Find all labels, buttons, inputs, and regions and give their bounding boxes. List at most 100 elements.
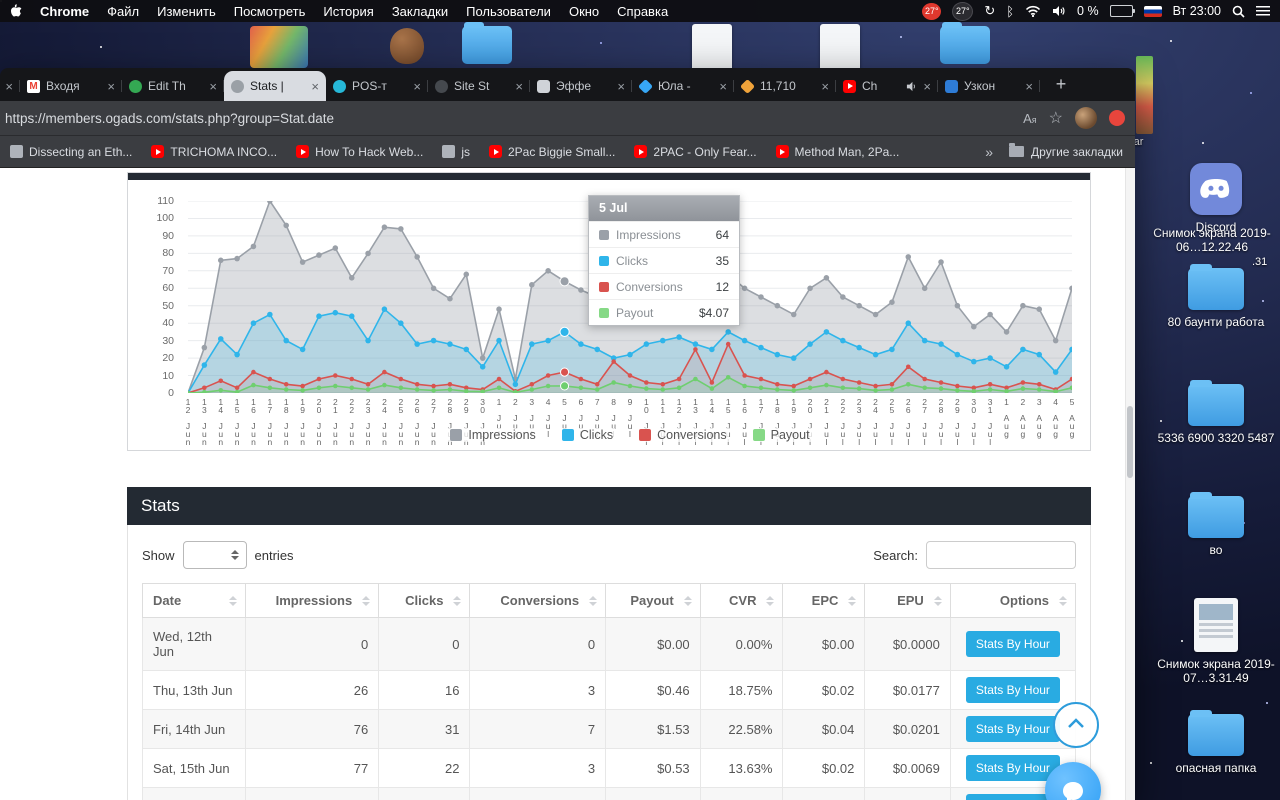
desktop-icon-partial-doc[interactable]	[692, 24, 732, 72]
desktop-icon-folder[interactable]: во	[1154, 496, 1278, 557]
bookmark-item[interactable]: 2Pac Biggie Small...	[489, 145, 615, 159]
browser-tab[interactable]: Юла -×	[632, 71, 734, 101]
menu-item-0[interactable]: Chrome	[40, 4, 89, 19]
desktop-icon-discord[interactable]: Discord	[1154, 163, 1278, 234]
browser-tab[interactable]: POS-т×	[326, 71, 428, 101]
sort-icon[interactable]	[934, 596, 942, 606]
browser-tab[interactable]: Stats |×	[224, 71, 326, 101]
browser-tab[interactable]: MВходя×	[20, 71, 122, 101]
tab-close-icon[interactable]: ×	[923, 79, 931, 94]
legend-item[interactable]: Impressions	[448, 428, 537, 442]
bookmark-item[interactable]: How To Hack Web...	[296, 145, 423, 159]
column-header-epc[interactable]: EPC	[783, 584, 865, 618]
tab-close-icon[interactable]: ×	[5, 79, 13, 94]
desktop-icon-partial-folder[interactable]	[462, 26, 512, 64]
browser-update-badge-icon[interactable]	[1109, 110, 1125, 126]
menu-item-1[interactable]: Файл	[107, 4, 139, 19]
bookmark-item[interactable]: Dissecting an Eth...	[10, 145, 132, 159]
menu-item-8[interactable]: Справка	[617, 4, 668, 19]
other-bookmarks-folder[interactable]: Другие закладки	[1009, 145, 1123, 159]
column-header-date[interactable]: Date	[143, 584, 246, 618]
browser-tab[interactable]: Edit Th×	[122, 71, 224, 101]
column-header-impressions[interactable]: Impressions	[245, 584, 379, 618]
notification-center-icon[interactable]	[1256, 6, 1270, 16]
tab-close-icon[interactable]: ×	[617, 79, 625, 94]
tab-close-icon[interactable]: ×	[719, 79, 727, 94]
browser-tab[interactable]: 11,710×	[734, 71, 836, 101]
bookmark-item[interactable]: Method Man, 2Pa...	[776, 145, 900, 159]
bookmarks-overflow-chevron[interactable]: »	[985, 144, 993, 160]
legend-item[interactable]: Conversions	[637, 428, 728, 442]
scroll-to-top-button[interactable]	[1053, 702, 1099, 748]
menu-item-4[interactable]: История	[323, 4, 373, 19]
stats-by-hour-button[interactable]: Stats By Hour	[966, 677, 1060, 703]
new-tab-button[interactable]: +	[1048, 72, 1074, 98]
sort-icon[interactable]	[1059, 596, 1067, 606]
profile-avatar[interactable]	[1075, 107, 1097, 129]
address-bar[interactable]: https://members.ogads.com/stats.php?grou…	[5, 111, 1023, 126]
temp-badge[interactable]: 27°	[952, 2, 973, 21]
tab-close-icon[interactable]: ×	[413, 79, 421, 94]
tab-close-icon[interactable]: ×	[107, 79, 115, 94]
desktop-icon-hidden[interactable]: Снимок экрана 2019-06…12.22.46	[1150, 226, 1274, 254]
time-machine-icon[interactable]: ↻	[984, 3, 995, 19]
wifi-icon[interactable]	[1025, 5, 1041, 17]
bluetooth-icon[interactable]: ᛒ	[1006, 4, 1014, 19]
scrollbar-thumb[interactable]	[1127, 406, 1133, 478]
apple-menu-icon[interactable]	[10, 4, 22, 18]
column-header-options[interactable]: Options	[950, 584, 1075, 618]
search-input[interactable]	[926, 541, 1076, 569]
stats-by-hour-button[interactable]: Stats By Hour	[966, 755, 1060, 781]
menu-item-2[interactable]: Изменить	[157, 4, 216, 19]
sort-icon[interactable]	[229, 596, 237, 606]
desktop-icon-partial-strip[interactable]	[1136, 56, 1153, 134]
weather-temp-badge[interactable]: 27°	[922, 3, 941, 20]
tab-close-icon[interactable]: ×	[311, 79, 319, 94]
tab-close-icon[interactable]: ×	[515, 79, 523, 94]
sort-icon[interactable]	[848, 596, 856, 606]
desktop-icon-folder[interactable]: 80 баунти работа	[1154, 268, 1278, 329]
desktop-icon-partial-photo[interactable]	[250, 26, 308, 68]
bookmark-item[interactable]: TRICHOMA INCO...	[151, 145, 277, 159]
column-header-epu[interactable]: EPU	[865, 584, 950, 618]
translate-icon[interactable]: Aя	[1023, 111, 1037, 126]
sort-icon[interactable]	[453, 596, 461, 606]
browser-tab[interactable]: Узкон×	[938, 71, 1040, 101]
sort-icon[interactable]	[362, 596, 370, 606]
stats-by-hour-button[interactable]: Stats By Hour	[966, 631, 1060, 657]
spotlight-search-icon[interactable]	[1232, 5, 1245, 18]
menu-item-3[interactable]: Посмотреть	[234, 4, 306, 19]
legend-item[interactable]: Clicks	[560, 428, 615, 442]
volume-icon[interactable]	[1052, 5, 1066, 17]
stats-by-hour-button[interactable]: Stats By Hour	[966, 716, 1060, 742]
column-header-cvr[interactable]: CVR	[700, 584, 783, 618]
tab-close-icon[interactable]: ×	[209, 79, 217, 94]
desktop-icon-partial-folder[interactable]	[940, 26, 990, 64]
chart-plot[interactable]: 0102030405060708090100110 5 Jul Impressi…	[188, 201, 1072, 393]
bookmark-item[interactable]: 2PAC - Only Fear...	[634, 145, 756, 159]
browser-tab[interactable]: Ch×	[836, 71, 938, 101]
menu-item-5[interactable]: Закладки	[392, 4, 448, 19]
bookmark-item[interactable]: js	[442, 145, 470, 159]
menu-bar-clock[interactable]: Вт 23:00	[1173, 4, 1221, 18]
browser-tab[interactable]: Эффе×	[530, 71, 632, 101]
entries-select[interactable]	[183, 541, 247, 569]
column-header-clicks[interactable]: Clicks	[379, 584, 470, 618]
sort-icon[interactable]	[766, 596, 774, 606]
legend-item[interactable]: Payout	[751, 428, 812, 442]
browser-tab[interactable]: Site St×	[428, 71, 530, 101]
battery-icon[interactable]	[1110, 5, 1133, 17]
column-header-conversions[interactable]: Conversions	[470, 584, 606, 618]
page-scrollbar[interactable]	[1125, 168, 1135, 800]
menu-item-6[interactable]: Пользователи	[466, 4, 551, 19]
desktop-icon-partial-doc[interactable]	[820, 24, 860, 72]
browser-tab[interactable]: ×	[0, 71, 20, 101]
sort-icon[interactable]	[684, 596, 692, 606]
bookmark-star-icon[interactable]: ☆	[1049, 108, 1063, 128]
desktop-icon-doc[interactable]: Снимок экрана 2019-07…3.31.49	[1154, 598, 1278, 685]
tab-close-icon[interactable]: ×	[821, 79, 829, 94]
menu-item-7[interactable]: Окно	[569, 4, 599, 19]
desktop-icon-folder[interactable]: 5336 6900 3320 5487	[1154, 384, 1278, 445]
sort-icon[interactable]	[589, 596, 597, 606]
tab-close-icon[interactable]: ×	[1025, 79, 1033, 94]
